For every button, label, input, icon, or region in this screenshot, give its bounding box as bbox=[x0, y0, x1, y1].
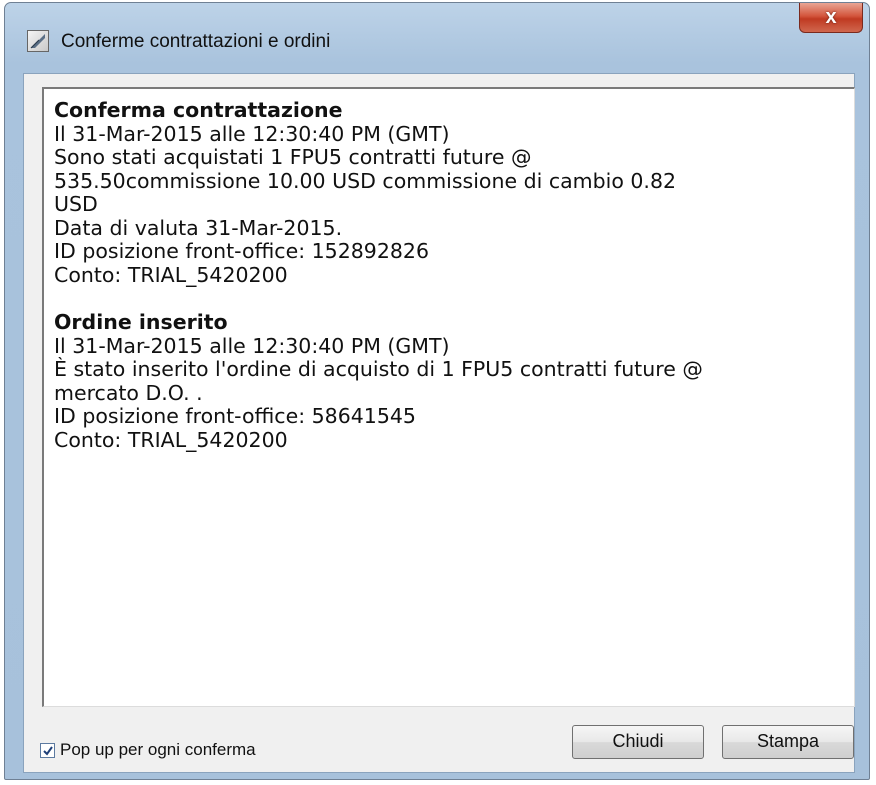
close-button[interactable]: Chiudi bbox=[572, 725, 704, 759]
app-icon bbox=[27, 30, 49, 52]
popup-checkbox[interactable] bbox=[40, 742, 55, 758]
message-heading: Ordine inserito bbox=[54, 310, 228, 334]
popup-checkbox-row[interactable]: Pop up per ogni conferma bbox=[40, 740, 256, 760]
print-button[interactable]: Stampa bbox=[722, 725, 854, 759]
message-line: USD bbox=[54, 192, 98, 216]
message-line: Il 31-Mar-2015 alle 12:30:40 PM (GMT) bbox=[54, 333, 450, 358]
dialog-window: Conferme contrattazioni e ordini x Confe… bbox=[4, 2, 870, 780]
message-heading: Conferma contrattazione bbox=[54, 98, 343, 122]
title-bar[interactable]: Conferme contrattazioni e ordini x bbox=[5, 3, 869, 73]
message-line: mercato D.O. . bbox=[54, 380, 203, 405]
message-line: Conto: TRIAL_5420200 bbox=[54, 427, 288, 452]
window-title: Conferme contrattazioni e ordini bbox=[61, 31, 331, 52]
close-window-button[interactable]: x bbox=[799, 3, 863, 33]
message-line: ID posizione front-office: 152892826 bbox=[54, 239, 429, 263]
close-icon: x bbox=[825, 6, 837, 28]
message-block: Conferma contrattazione Il 31-Mar-2015 al… bbox=[54, 98, 844, 287]
message-line: Sono stati acquistati 1 FPU5 contratti f… bbox=[54, 145, 532, 169]
message-line: Data di valuta 31-Mar-2015. bbox=[54, 215, 343, 240]
confirmations-text-area[interactable]: Conferma contrattazione Il 31-Mar-2015 al… bbox=[42, 87, 855, 707]
message-line: Conto: TRIAL_5420200 bbox=[54, 262, 288, 287]
message-line: Il 31-Mar-2015 alle 12:30:40 PM (GMT) bbox=[54, 121, 450, 146]
popup-checkbox-label: Pop up per ogni conferma bbox=[60, 740, 256, 759]
message-line: 535.50commissione 10.00 USD commissione … bbox=[54, 168, 677, 193]
checkmark-icon bbox=[43, 745, 53, 756]
dialog-body: Conferma contrattazione Il 31-Mar-2015 al… bbox=[23, 73, 855, 773]
message-block: Ordine inserito Il 31-Mar-2015 alle 12:30… bbox=[54, 310, 844, 452]
message-line: È stato inserito l'ordine di acquisto di… bbox=[54, 357, 703, 381]
message-line: ID posizione front-office: 58641545 bbox=[54, 404, 416, 428]
